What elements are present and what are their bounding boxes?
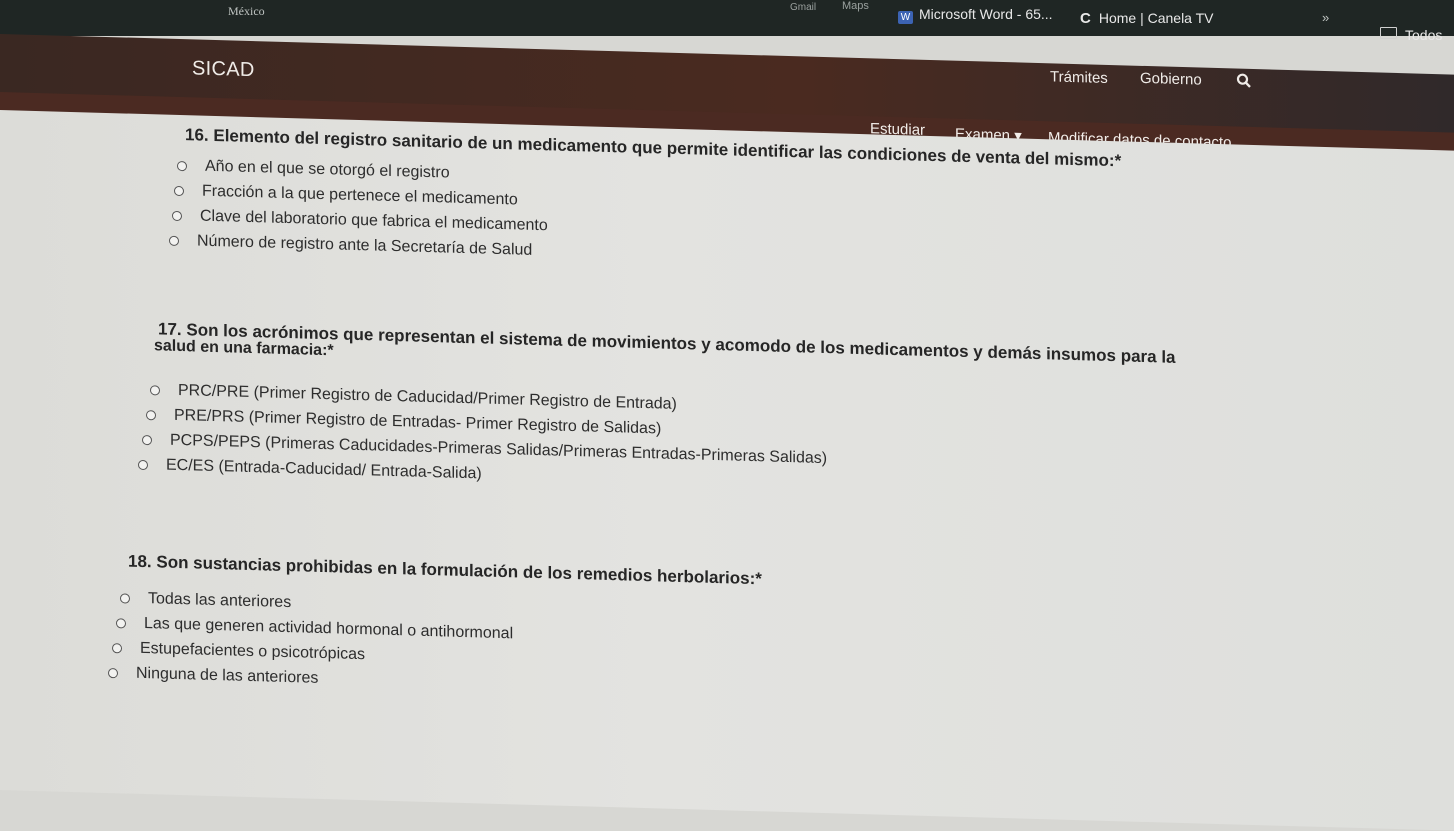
option-label: Clave del laboratorio que fabrica el med…	[200, 207, 548, 235]
radio-button[interactable]	[116, 618, 126, 629]
radio-button[interactable]	[142, 434, 152, 446]
radio-button[interactable]	[172, 210, 182, 222]
radio-button[interactable]	[174, 185, 184, 197]
bookmark-canela[interactable]: C Home | Canela TV	[1080, 10, 1214, 27]
bookmarks-more-button[interactable]: »	[1322, 10, 1329, 25]
canela-icon: C	[1080, 10, 1091, 27]
bookmark-all-label: Todos	[1405, 27, 1443, 43]
option-label: Estupefacientes o psicotrópicas	[140, 639, 366, 664]
bookmark-maps[interactable]: Maps	[842, 0, 869, 12]
bookmark-all-folder[interactable]: Todos	[1380, 27, 1442, 43]
bookmark-mexico[interactable]: México	[228, 4, 265, 19]
option-16-b[interactable]: Fracción a la que pertenece el medicamen…	[174, 182, 518, 210]
question-18: 18. Son sustancias prohibidas en la form…	[108, 551, 762, 687]
option-16-a[interactable]: Año en el que se otorgó el registro	[177, 157, 450, 183]
radio-button[interactable]	[120, 593, 130, 604]
bookmark-gmail[interactable]: Gmail	[790, 2, 816, 13]
option-label: EC/ES (Entrada-Caducidad/ Entrada-Salida…	[166, 456, 482, 483]
option-16-c[interactable]: Clave del laboratorio que fabrica el med…	[172, 207, 548, 235]
radio-button[interactable]	[138, 459, 148, 471]
option-label: Ninguna de las anteriores	[136, 664, 319, 687]
bookmark-canela-label: Home | Canela TV	[1098, 10, 1214, 26]
bookmark-word-label: Microsoft Word - 65...	[919, 6, 1053, 22]
option-label: Todas las anteriores	[148, 590, 292, 612]
option-18-c[interactable]: Estupefacientes o psicotrópicas	[112, 639, 365, 664]
exam-content: 16. Elemento del registro sanitario de u…	[0, 110, 1454, 831]
option-18-a[interactable]: Todas las anteriores	[120, 589, 291, 612]
question-title-continued: salud en una farmacia:*	[154, 337, 334, 360]
option-label: Fracción a la que pertenece el medicamen…	[202, 182, 518, 209]
folder-icon	[1380, 27, 1397, 39]
radio-button[interactable]	[150, 385, 160, 396]
option-label: Número de registro ante la Secretaría de…	[197, 232, 533, 259]
radio-button[interactable]	[146, 410, 156, 421]
question-17: 17. Son los acrónimos que representan el…	[138, 319, 1176, 482]
option-16-d[interactable]: Número de registro ante la Secretaría de…	[169, 232, 532, 260]
bookmark-word[interactable]: W Microsoft Word - 65...	[898, 6, 1053, 24]
question-title: 18. Son sustancias prohibidas en la form…	[128, 551, 762, 589]
option-label: Las que generen actividad hormonal o ant…	[144, 615, 514, 643]
option-label: Año en el que se otorgó el registro	[205, 157, 450, 182]
search-icon[interactable]	[1236, 73, 1252, 93]
bookmarks-bar: México Gmail Maps W Microsoft Word - 65..…	[0, 0, 1454, 36]
word-icon: W	[898, 11, 913, 24]
radio-button[interactable]	[112, 643, 122, 654]
option-18-b[interactable]: Las que generen actividad hormonal o ant…	[116, 614, 513, 643]
nav-tramites[interactable]: Trámites	[1050, 68, 1108, 87]
site-logo[interactable]: SICAD	[192, 57, 255, 82]
radio-button[interactable]	[169, 235, 179, 246]
option-17-d[interactable]: EC/ES (Entrada-Caducidad/ Entrada-Salida…	[138, 456, 482, 484]
radio-button[interactable]	[108, 668, 118, 679]
radio-button[interactable]	[177, 160, 187, 172]
nav-gobierno[interactable]: Gobierno	[1140, 70, 1202, 89]
option-18-d[interactable]: Ninguna de las anteriores	[108, 664, 318, 688]
